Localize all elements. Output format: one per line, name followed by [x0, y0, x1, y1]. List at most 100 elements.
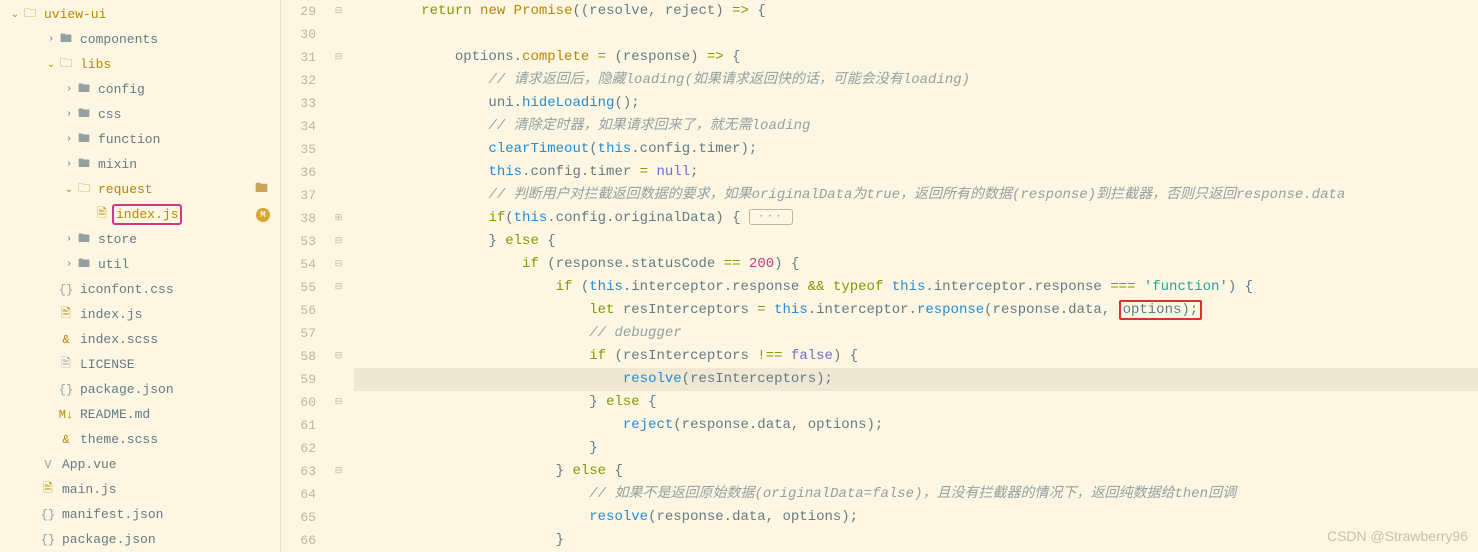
tree-item-readme-md[interactable]: M↓README.md — [0, 402, 280, 427]
chevron-right-icon[interactable]: › — [62, 109, 76, 120]
file-scss-icon: & — [58, 432, 74, 448]
folder-closed-icon: 🖿 — [76, 107, 92, 123]
code-line[interactable]: } else { — [354, 460, 1478, 483]
chevron-down-icon[interactable]: ⌄ — [44, 59, 58, 71]
code-line[interactable]: // 清除定时器，如果请求回来了，就无需loading — [354, 115, 1478, 138]
chevron-right-icon[interactable]: › — [62, 159, 76, 170]
tree-item-function[interactable]: ›🖿function — [0, 127, 280, 152]
file-explorer[interactable]: ⌄ 🗀 uview-ui ›🖿components⌄🗀libs›🖿config›… — [0, 0, 281, 552]
tree-label: request — [98, 182, 255, 197]
folder-closed-icon: 🖿 — [76, 257, 92, 273]
code-line[interactable]: reject(response.data, options); — [354, 414, 1478, 437]
code-line[interactable]: if(this.config.originalData) { ··· — [354, 207, 1478, 230]
code-line[interactable]: return new Promise((resolve, reject) => … — [354, 0, 1478, 23]
tree-item-license[interactable]: 🖹LICENSE — [0, 352, 280, 377]
tree-item-iconfont-css[interactable]: {}iconfont.css — [0, 277, 280, 302]
fold-collapse-icon[interactable]: ⊟ — [331, 230, 346, 253]
tree-item-css[interactable]: ›🖿 css — [0, 102, 280, 127]
line-number: 33 — [281, 92, 316, 115]
code-line[interactable]: if (resInterceptors !== false) { — [354, 345, 1478, 368]
tree-item-index-js[interactable]: 🖹index.js — [0, 302, 280, 327]
file-json-icon: {} — [58, 382, 74, 398]
tree-item-store[interactable]: ›🖿store — [0, 227, 280, 252]
code-line[interactable]: } — [354, 437, 1478, 460]
file-js-icon: 🖹 — [58, 307, 74, 323]
code-area[interactable]: return new Promise((resolve, reject) => … — [346, 0, 1478, 552]
chevron-right-icon[interactable]: › — [62, 259, 76, 270]
code-line[interactable] — [354, 23, 1478, 46]
fold-collapse-icon[interactable]: ⊟ — [331, 253, 346, 276]
file-json-icon: {} — [40, 507, 56, 523]
fold-collapse-icon[interactable]: ⊟ — [331, 391, 346, 414]
code-line[interactable]: } else { — [354, 391, 1478, 414]
code-line[interactable]: resolve(response.data, options); — [354, 506, 1478, 529]
fold-spacer — [331, 184, 346, 207]
code-line[interactable]: } else { — [354, 230, 1478, 253]
tree-item-components[interactable]: ›🖿components — [0, 27, 280, 52]
line-number: 56 — [281, 299, 316, 322]
tree-label: uview-ui — [44, 7, 272, 22]
code-line[interactable]: // 如果不是返回原始数据(originalData=false)，且没有拦截器… — [354, 483, 1478, 506]
chevron-right-icon[interactable]: › — [62, 134, 76, 145]
fold-collapse-icon[interactable]: ⊟ — [331, 345, 346, 368]
file-css-icon: {} — [58, 282, 74, 298]
fold-spacer — [331, 92, 346, 115]
tree-item-main-js[interactable]: 🖹main.js — [0, 477, 280, 502]
chevron-right-icon[interactable]: › — [62, 234, 76, 245]
tree-item-libs[interactable]: ⌄🗀libs — [0, 52, 280, 77]
fold-collapse-icon[interactable]: ⊟ — [331, 460, 346, 483]
watermark: CSDN @Strawberry96 — [1327, 528, 1468, 544]
tree-item-request[interactable]: ⌄🗀request🖿 — [0, 177, 280, 202]
fold-collapse-icon[interactable]: ⊟ — [331, 276, 346, 299]
line-number: 58 — [281, 345, 316, 368]
tree-label: util — [98, 257, 272, 272]
fold-placeholder[interactable]: ··· — [749, 209, 793, 225]
tree-label: LICENSE — [80, 357, 272, 372]
tree-item-theme-scss[interactable]: &theme.scss — [0, 427, 280, 452]
code-line[interactable]: if (this.interceptor.response && typeof … — [354, 276, 1478, 299]
line-number: 53 — [281, 230, 316, 253]
tree-label: css — [98, 107, 272, 122]
chevron-right-icon[interactable]: › — [44, 34, 58, 45]
tree-item-index-js[interactable]: 🖹index.jsM — [0, 202, 280, 227]
tree-item-app-vue[interactable]: VApp.vue — [0, 452, 280, 477]
fold-gutter[interactable]: ⊟⊟⊞⊟⊟⊟⊟⊟⊟ — [331, 0, 346, 552]
code-line[interactable]: options.complete = (response) => { — [354, 46, 1478, 69]
code-line[interactable]: resolve(resInterceptors); — [354, 368, 1478, 391]
code-line[interactable]: clearTimeout(this.config.timer); — [354, 138, 1478, 161]
code-line[interactable]: if (response.statusCode == 200) { — [354, 253, 1478, 276]
line-number: 34 — [281, 115, 316, 138]
tree-label: theme.scss — [80, 432, 272, 447]
tree-label: config — [98, 82, 272, 97]
fold-expand-icon[interactable]: ⊞ — [331, 207, 346, 230]
tree-item-config[interactable]: ›🖿config — [0, 77, 280, 102]
tree-item-manifest-json[interactable]: {}manifest.json — [0, 502, 280, 527]
fold-collapse-icon[interactable]: ⊟ — [331, 0, 346, 23]
tree-item-index-scss[interactable]: &index.scss — [0, 327, 280, 352]
line-number: 36 — [281, 161, 316, 184]
fold-spacer — [331, 529, 346, 552]
line-number: 57 — [281, 322, 316, 345]
fold-spacer — [331, 161, 346, 184]
tree-item-mixin[interactable]: ›🖿mixin — [0, 152, 280, 177]
tree-item-package-json[interactable]: {} package.json — [0, 377, 280, 402]
code-line[interactable]: this.config.timer = null; — [354, 161, 1478, 184]
chevron-down-icon[interactable]: ⌄ — [62, 184, 76, 196]
tree-item-util[interactable]: ›🖿 util — [0, 252, 280, 277]
file-json-icon: {} — [40, 532, 56, 548]
tree-item-package-json[interactable]: {}package.json — [0, 527, 280, 552]
fold-spacer — [331, 506, 346, 529]
tree-label: package.json — [80, 382, 272, 397]
fold-spacer — [331, 115, 346, 138]
code-line[interactable]: // 判断用户对拦截返回数据的要求，如果originalData为true，返回… — [354, 184, 1478, 207]
fold-collapse-icon[interactable]: ⊟ — [331, 46, 346, 69]
code-line[interactable]: } — [354, 529, 1478, 552]
code-line[interactable]: // debugger — [354, 322, 1478, 345]
code-line[interactable]: // 请求返回后，隐藏loading(如果请求返回快的话，可能会没有loadin… — [354, 69, 1478, 92]
code-line[interactable]: let resInterceptors = this.interceptor.r… — [354, 299, 1478, 322]
chevron-right-icon[interactable]: › — [62, 84, 76, 95]
code-editor[interactable]: 2930313233343536373853545556575859606162… — [281, 0, 1478, 552]
code-line[interactable]: uni.hideLoading(); — [354, 92, 1478, 115]
tree-root[interactable]: ⌄ 🗀 uview-ui — [0, 2, 280, 27]
fold-spacer — [331, 322, 346, 345]
